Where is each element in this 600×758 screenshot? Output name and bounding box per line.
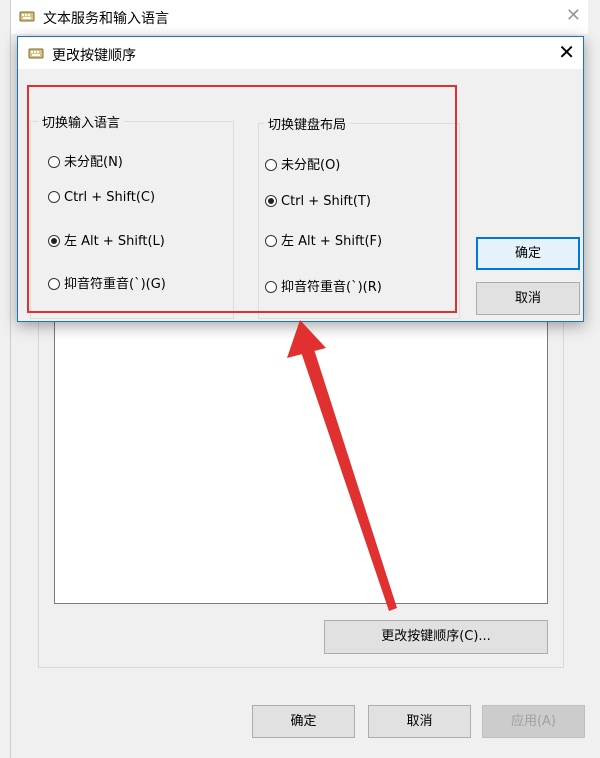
annotation-highlight-box bbox=[27, 85, 457, 313]
dialog-ok-button[interactable]: 确定 bbox=[476, 237, 580, 270]
window-title-bar: 文本服务和输入语言 ✕ bbox=[11, 0, 589, 34]
ok-button[interactable]: 确定 bbox=[252, 705, 355, 738]
keyboard-icon bbox=[28, 48, 44, 59]
apply-button: 应用(A) bbox=[482, 705, 585, 738]
hotkey-list[interactable] bbox=[54, 320, 548, 604]
background-window-edge bbox=[588, 0, 600, 758]
keyboard-icon bbox=[19, 11, 35, 22]
close-icon[interactable]: ✕ bbox=[558, 40, 575, 64]
close-icon[interactable]: ✕ bbox=[566, 5, 581, 26]
background-window-edge bbox=[0, 0, 10, 758]
dialog-title-bar: 更改按键顺序 ✕ bbox=[18, 37, 583, 69]
window-title: 文本服务和输入语言 bbox=[43, 11, 169, 27]
dialog-cancel-button[interactable]: 取消 bbox=[476, 282, 580, 315]
change-key-sequence-button[interactable]: 更改按键顺序(C)... bbox=[324, 620, 548, 654]
cancel-button[interactable]: 取消 bbox=[368, 705, 471, 738]
dialog-title: 更改按键顺序 bbox=[52, 48, 136, 64]
